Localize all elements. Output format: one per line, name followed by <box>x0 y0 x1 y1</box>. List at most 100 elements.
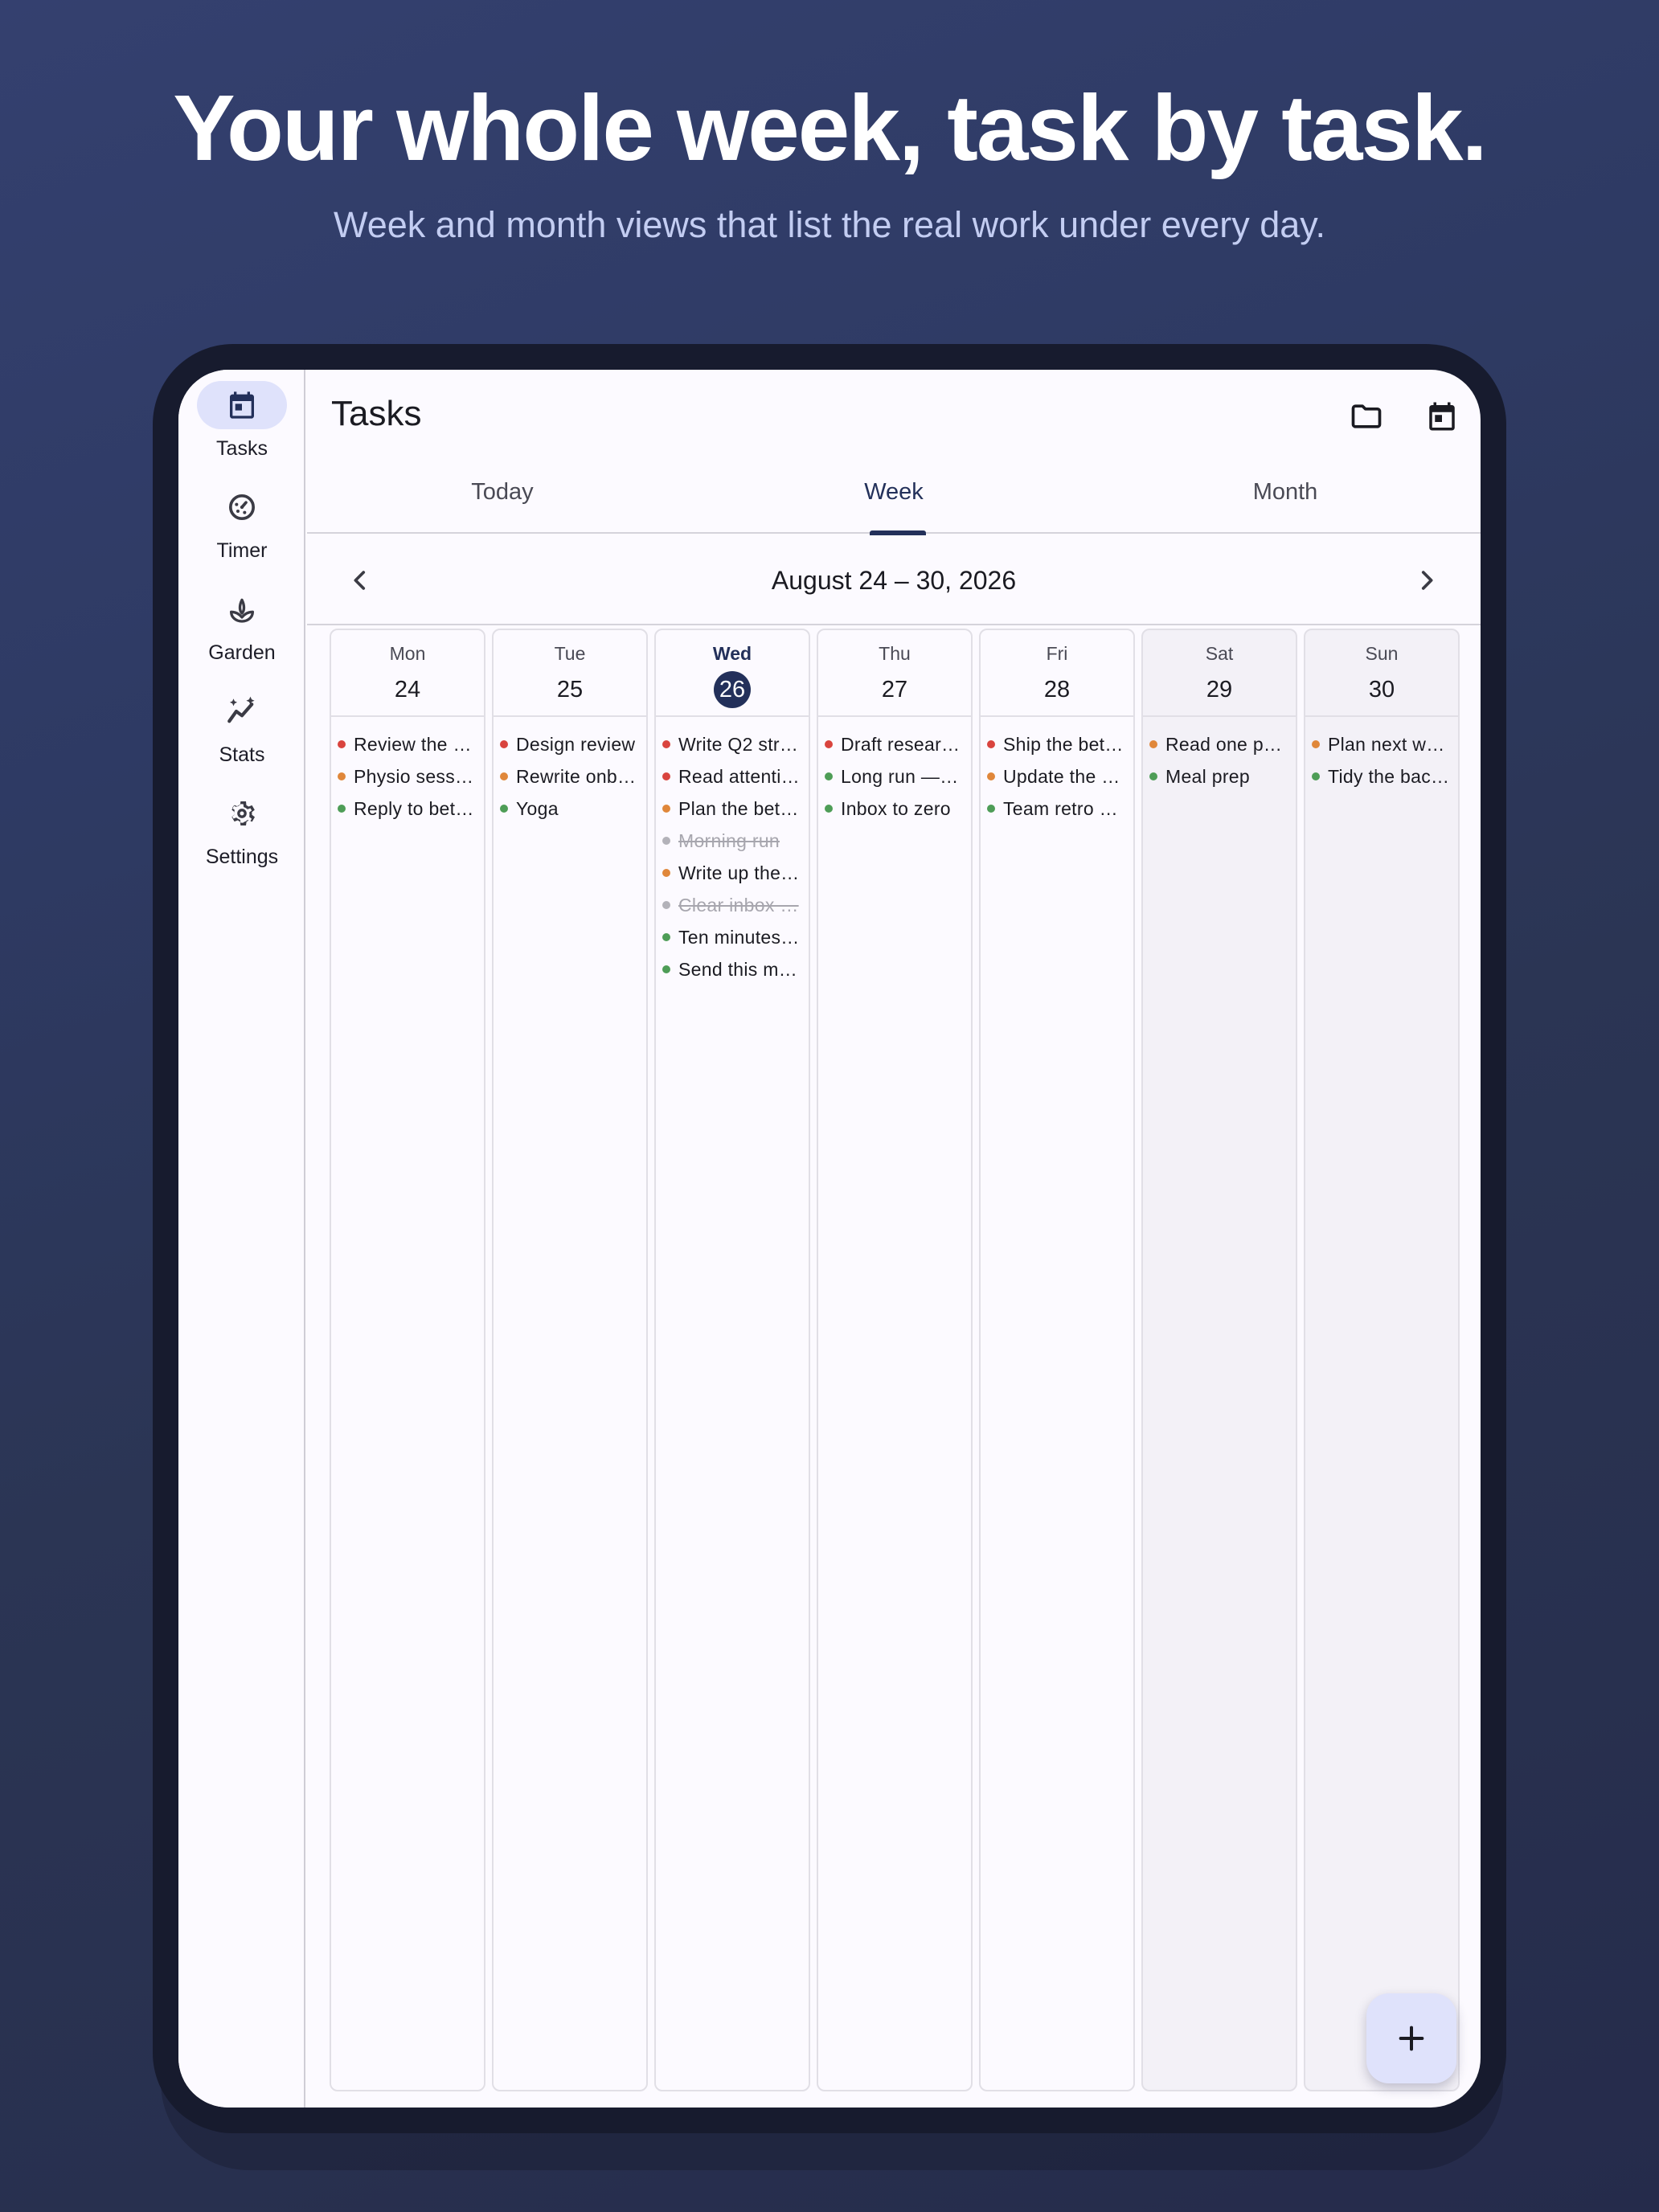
tab-today[interactable]: Today <box>307 450 698 534</box>
day-of-week: Wed <box>712 643 752 664</box>
task-item[interactable]: Plan the bet… <box>656 793 809 825</box>
task-item[interactable]: Ship the bet… <box>981 728 1133 760</box>
task-item[interactable]: Yoga <box>494 793 646 825</box>
task-title: Physio sessi… <box>354 765 476 787</box>
task-title: Read one p… <box>1165 733 1283 755</box>
priority-dot <box>338 740 346 748</box>
task-item[interactable]: Rewrite onb… <box>494 760 646 793</box>
nav-label: Settings <box>205 846 279 868</box>
nav-item-timer[interactable]: Timer <box>178 483 305 563</box>
day-header[interactable]: Tue 25 <box>494 630 646 717</box>
task-item[interactable]: Long run — … <box>818 760 971 793</box>
nav-item-stats[interactable]: Stats <box>178 687 305 767</box>
task-item[interactable]: Write Q2 str… <box>656 728 809 760</box>
day-header[interactable]: Mon 24 <box>331 630 484 717</box>
plus-icon <box>1399 2026 1424 2051</box>
task-title: Morning run <box>678 830 780 851</box>
task-list: Write Q2 str… Read attenti… Plan the bet… M… <box>656 717 809 985</box>
task-item[interactable]: Update the r… <box>981 760 1133 793</box>
task-item[interactable]: Review the … <box>331 728 484 760</box>
task-item[interactable]: Reply to bet… <box>331 793 484 825</box>
task-item[interactable]: Morning run <box>656 825 809 857</box>
task-title: Team retro … <box>1003 797 1118 819</box>
task-title: Yoga <box>516 797 559 819</box>
hero-subtitle: Week and month views that list the real … <box>334 204 1325 245</box>
task-title: Draft resear… <box>841 733 961 755</box>
nav-item-settings[interactable]: Settings <box>178 789 305 869</box>
task-title: Meal prep <box>1165 765 1250 787</box>
task-item[interactable]: Plan next w… <box>1305 728 1458 760</box>
task-title: Read attenti… <box>678 765 800 787</box>
priority-dot <box>987 772 995 780</box>
task-item[interactable]: Tidy the bac… <box>1305 760 1458 793</box>
task-title: Inbox to zero <box>841 797 951 819</box>
day-header[interactable]: Wed 26 <box>656 630 809 717</box>
task-list: Review the … Physio sessi… Reply to bet… <box>331 717 484 825</box>
task-title: Review the … <box>354 733 472 755</box>
next-week-button[interactable] <box>1403 556 1451 604</box>
task-item[interactable]: Ten minutes… <box>656 921 809 953</box>
task-item[interactable]: Draft resear… <box>818 728 971 760</box>
day-column-mon: Mon 24 Review the … Physio sessi… Reply to b… <box>330 629 485 2091</box>
task-item[interactable]: Design review <box>494 728 646 760</box>
task-item[interactable]: Write up the… <box>656 857 809 889</box>
day-number: 29 <box>1206 677 1233 703</box>
day-header[interactable]: Thu 27 <box>818 630 971 717</box>
week-range: August 24 – 30, 2026 <box>771 566 1017 595</box>
nav-label: Garden <box>208 641 276 664</box>
nav-label: Timer <box>216 539 268 562</box>
task-item[interactable]: Read attenti… <box>656 760 809 793</box>
day-of-week: Tue <box>554 643 586 664</box>
priority-dot <box>1312 772 1320 780</box>
day-column-fri: Fri 28 Ship the bet… Update the r… Team retr… <box>979 629 1135 2091</box>
task-item[interactable]: Meal prep <box>1143 760 1296 793</box>
day-of-week: Mon <box>389 643 426 664</box>
task-list: Plan next w… Tidy the bac… <box>1305 717 1458 793</box>
task-item[interactable]: Inbox to zero <box>818 793 971 825</box>
nav-item-tasks[interactable]: Tasks <box>178 381 305 461</box>
day-header[interactable]: Fri 28 <box>981 630 1133 717</box>
task-title: Reply to bet… <box>354 797 474 819</box>
folder-icon[interactable] <box>1342 392 1391 440</box>
task-item[interactable]: Read one p… <box>1143 728 1296 760</box>
stats-sparkle-icon <box>197 687 287 735</box>
gear-icon <box>197 789 287 838</box>
priority-dot <box>662 740 670 748</box>
priority-dot <box>338 772 346 780</box>
add-task-button[interactable] <box>1366 1993 1456 2083</box>
task-title: Write Q2 str… <box>678 733 799 755</box>
day-number: 28 <box>1043 677 1071 703</box>
priority-dot <box>500 740 508 748</box>
priority-dot <box>500 805 508 813</box>
task-item[interactable]: Clear inbox … <box>656 889 809 921</box>
day-of-week: Thu <box>879 643 911 664</box>
day-header[interactable]: Sat 29 <box>1143 630 1296 717</box>
priority-dot <box>662 965 670 973</box>
tab-month[interactable]: Month <box>1090 450 1481 534</box>
task-item[interactable]: Send this m… <box>656 953 809 985</box>
day-header[interactable]: Sun 30 <box>1305 630 1458 717</box>
priority-dot <box>662 933 670 941</box>
day-column-thu: Thu 27 Draft resear… Long run — … Inbox to z… <box>817 629 973 2091</box>
day-number: 30 <box>1368 677 1395 703</box>
calendar-icon <box>197 381 287 429</box>
previous-week-button[interactable] <box>336 556 384 604</box>
timer-icon <box>197 483 287 531</box>
tab-week[interactable]: Week <box>698 450 1089 535</box>
day-column-tue: Tue 25 Design review Rewrite onb… Yoga <box>492 629 648 2091</box>
priority-dot <box>1312 740 1320 748</box>
task-item[interactable]: Team retro … <box>981 793 1133 825</box>
calendar-icon[interactable] <box>1418 392 1466 440</box>
task-title: Ten minutes… <box>678 926 800 948</box>
day-column-wed: Wed 26 Write Q2 str… Read attenti… Plan the … <box>654 629 810 2091</box>
task-title: Rewrite onb… <box>516 765 637 787</box>
task-title: Send this m… <box>678 958 798 980</box>
nav-item-garden[interactable]: Garden <box>178 585 305 665</box>
task-item[interactable]: Physio sessi… <box>331 760 484 793</box>
task-list: Ship the bet… Update the r… Team retro … <box>981 717 1133 825</box>
task-list: Design review Rewrite onb… Yoga <box>494 717 646 825</box>
priority-dot <box>987 740 995 748</box>
chevron-left-icon <box>354 571 366 590</box>
priority-dot <box>1149 772 1157 780</box>
priority-dot <box>662 901 670 909</box>
